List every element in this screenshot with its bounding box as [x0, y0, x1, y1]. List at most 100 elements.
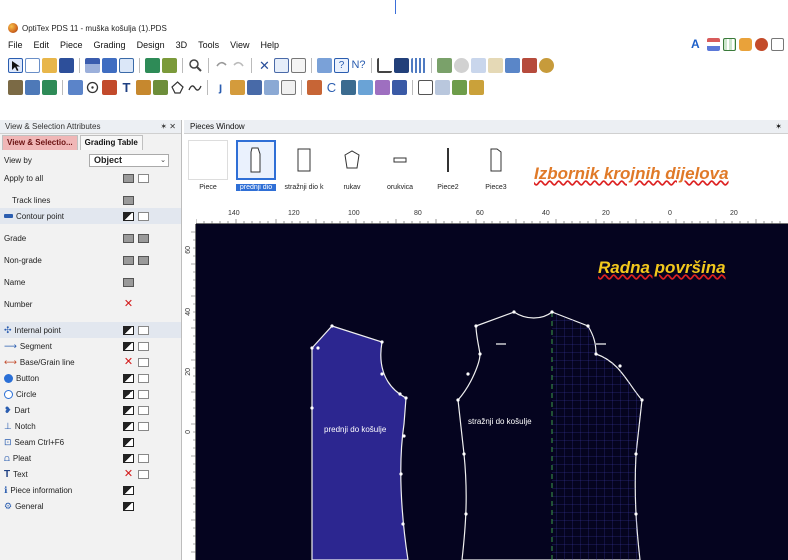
toggle-visible[interactable]: [123, 437, 134, 447]
merge-tool-icon[interactable]: [358, 79, 373, 95]
row-notch[interactable]: ⊥ Notch: [0, 418, 181, 434]
pattern-tool-icon[interactable]: [392, 79, 407, 95]
hidden-x-icon[interactable]: ✕: [123, 357, 134, 368]
view-by-select[interactable]: Object ⌄: [89, 153, 169, 167]
mirror-icon[interactable]: [471, 57, 486, 73]
select-arrow-icon[interactable]: [8, 57, 23, 73]
toggle-visible[interactable]: [123, 453, 134, 463]
toggle-select[interactable]: [138, 325, 149, 335]
open-folder-icon[interactable]: [42, 57, 57, 73]
row-pleat[interactable]: ⩍ Pleat: [0, 450, 181, 466]
toggle-select[interactable]: [138, 373, 149, 383]
ruler-tool-icon[interactable]: [435, 79, 450, 95]
menu-tools[interactable]: Tools: [198, 40, 219, 50]
toggle-visible[interactable]: [123, 389, 134, 399]
toggle-select[interactable]: [138, 173, 149, 183]
toggle-visible[interactable]: [123, 421, 134, 431]
save-icon[interactable]: [59, 57, 74, 73]
grid-icon[interactable]: [145, 57, 160, 73]
marker-tool-icon[interactable]: [739, 38, 752, 51]
toggle-select[interactable]: [138, 389, 149, 399]
piece-thumb-strazji-dio[interactable]: stražnji dio k: [284, 140, 324, 192]
toggle-visible[interactable]: [123, 255, 134, 265]
piece-thumb-rukav[interactable]: rukav: [332, 140, 372, 192]
menu-piece[interactable]: Piece: [60, 40, 83, 50]
redo-icon[interactable]: [231, 58, 246, 73]
measure-icon[interactable]: [377, 57, 392, 73]
toggle-select[interactable]: [138, 421, 149, 431]
toggle-visible[interactable]: [123, 211, 134, 221]
menu-3d[interactable]: 3D: [176, 40, 188, 50]
front-shirt-piece[interactable]: prednji do košulje: [310, 324, 409, 560]
back-shirt-piece[interactable]: stražnji do košulje: [456, 310, 644, 560]
row-internal-point[interactable]: ✣ Internal point: [0, 322, 181, 338]
menu-file[interactable]: File: [8, 40, 23, 50]
menu-grading[interactable]: Grading: [94, 40, 126, 50]
paste-icon[interactable]: [291, 57, 306, 73]
shrink-icon[interactable]: [488, 57, 503, 73]
piece-thumb-piece3[interactable]: Piece3: [476, 140, 516, 192]
menu-help[interactable]: Help: [260, 40, 279, 50]
row-general[interactable]: ⚙ General: [0, 498, 181, 514]
toggle-visible[interactable]: [123, 233, 134, 243]
pieces-window-pin[interactable]: ✶: [775, 122, 782, 131]
print-icon[interactable]: [85, 57, 100, 73]
pleat-tool-icon[interactable]: [136, 79, 151, 95]
flip-icon[interactable]: [317, 57, 332, 73]
undo-icon[interactable]: [214, 58, 229, 73]
table-tool-icon[interactable]: [723, 38, 736, 51]
piece-thumb-prednji-dio[interactable]: prednji dio: [236, 140, 276, 192]
pen-tool-icon[interactable]: [68, 79, 83, 95]
marker-view-icon[interactable]: [522, 57, 537, 73]
layout-tool-icon[interactable]: [707, 38, 720, 51]
row-contour-point[interactable]: Contour point: [0, 208, 181, 224]
grade-tool-icon[interactable]: [755, 38, 768, 51]
row-number[interactable]: Number ✕: [0, 296, 181, 312]
statistics-icon[interactable]: [411, 57, 426, 73]
tab-view-selection[interactable]: View & Selectio...: [2, 135, 78, 150]
zoom-icon[interactable]: [188, 58, 203, 73]
button-tool-icon[interactable]: [170, 80, 185, 95]
toggle-visible[interactable]: [123, 195, 134, 205]
rotate-icon[interactable]: [454, 57, 469, 73]
insert-point-icon[interactable]: [25, 79, 40, 95]
hidden-x-icon[interactable]: ✕: [123, 299, 134, 310]
split-tool-icon[interactable]: [341, 79, 356, 95]
row-piece-information[interactable]: ℹ Piece information: [0, 482, 181, 498]
seam-tool-icon[interactable]: [247, 79, 262, 95]
grain-tool-icon[interactable]: [230, 79, 245, 95]
toggle-select[interactable]: [138, 357, 149, 367]
piece-grid-icon[interactable]: [418, 79, 433, 95]
toggle-visible[interactable]: [123, 501, 134, 511]
toggle-visible[interactable]: [123, 485, 134, 495]
grade-edit-icon[interactable]: [307, 79, 322, 95]
row-name[interactable]: Name: [0, 274, 181, 290]
new-file-icon[interactable]: [25, 57, 40, 73]
piece-thumb-piece[interactable]: Piece: [188, 140, 228, 192]
row-circle[interactable]: Circle: [0, 386, 181, 402]
cycle-tool-icon[interactable]: C: [324, 80, 339, 95]
toggle-select[interactable]: [138, 405, 149, 415]
piece-thumb-piece2[interactable]: Piece2: [428, 140, 468, 192]
row-seam[interactable]: ⊡ Seam Ctrl+F6: [0, 434, 181, 450]
color-piece-icon[interactable]: [394, 57, 409, 73]
menu-view[interactable]: View: [230, 40, 249, 50]
menu-edit[interactable]: Edit: [34, 40, 50, 50]
toggle-select[interactable]: [138, 469, 149, 479]
more-tool-icon[interactable]: [771, 38, 784, 51]
text-tool-icon[interactable]: T: [119, 80, 134, 95]
3d-view-icon[interactable]: [539, 57, 554, 73]
segment-tool-icon[interactable]: [42, 79, 57, 95]
piece-thumb-orukvica[interactable]: orukvica: [380, 140, 420, 192]
toggle-visible[interactable]: [123, 325, 134, 335]
notch-tool-icon[interactable]: [102, 79, 117, 95]
row-button[interactable]: Button: [0, 370, 181, 386]
toggle-visible[interactable]: [123, 405, 134, 415]
circle-tool-icon[interactable]: [85, 80, 100, 95]
help-icon[interactable]: ?: [334, 57, 349, 73]
menu-design[interactable]: Design: [137, 40, 165, 50]
row-dart[interactable]: ❥ Dart: [0, 402, 181, 418]
toggle-select[interactable]: [138, 453, 149, 463]
toggle-select[interactable]: [138, 341, 149, 351]
curve-tool-icon[interactable]: [187, 80, 202, 95]
